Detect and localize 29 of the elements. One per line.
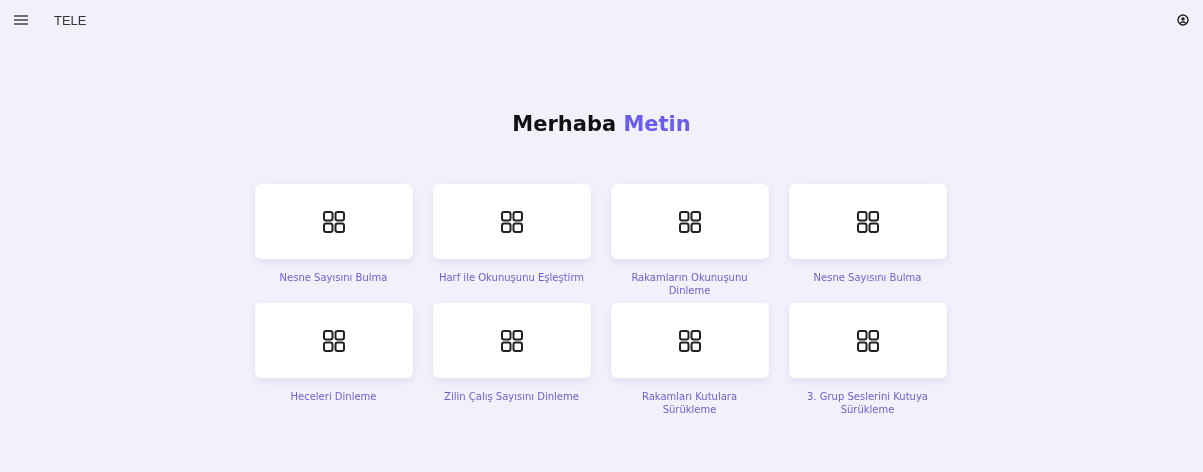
- grid-icon: [856, 210, 879, 233]
- activity-card[interactable]: [432, 303, 591, 378]
- activity-label: Rakamların Okunuşunu Dinleme: [630, 271, 749, 297]
- greeting-text: Merhaba: [512, 112, 617, 136]
- grid-icon: [678, 210, 701, 233]
- activity-label: Rakamları Kutulara Sürükleme: [640, 390, 739, 416]
- activity-card[interactable]: [788, 303, 947, 378]
- grid-icon: [322, 210, 345, 233]
- menu-icon: [14, 15, 28, 25]
- activity-label: 3. Grup Seslerini Kutuya Sürükleme: [806, 390, 929, 416]
- activity-label: Nesne Sayısını Bulma: [812, 271, 923, 285]
- grid-icon: [500, 329, 523, 352]
- account-icon: [1177, 14, 1189, 26]
- grid-icon: [856, 329, 879, 352]
- grid-icon: [322, 329, 345, 352]
- activity-card[interactable]: [610, 184, 769, 259]
- activity-label: Zilin Çalış Sayısını Dinleme: [443, 390, 580, 404]
- user-name: Metin: [623, 112, 691, 136]
- grid-icon: [678, 329, 701, 352]
- activity-card[interactable]: [254, 303, 413, 378]
- activity-card[interactable]: [610, 303, 769, 378]
- activity-label: Harf ile Okunuşunu Eşleştirm: [437, 271, 586, 285]
- activity-label: Heceleri Dinleme: [289, 390, 378, 404]
- app-title: TELE: [54, 12, 87, 28]
- activity-card[interactable]: [432, 184, 591, 259]
- activity-card[interactable]: [788, 184, 947, 259]
- activity-card[interactable]: [254, 184, 413, 259]
- activity-label: Nesne Sayısını Bulma: [278, 271, 389, 285]
- grid-icon: [500, 210, 523, 233]
